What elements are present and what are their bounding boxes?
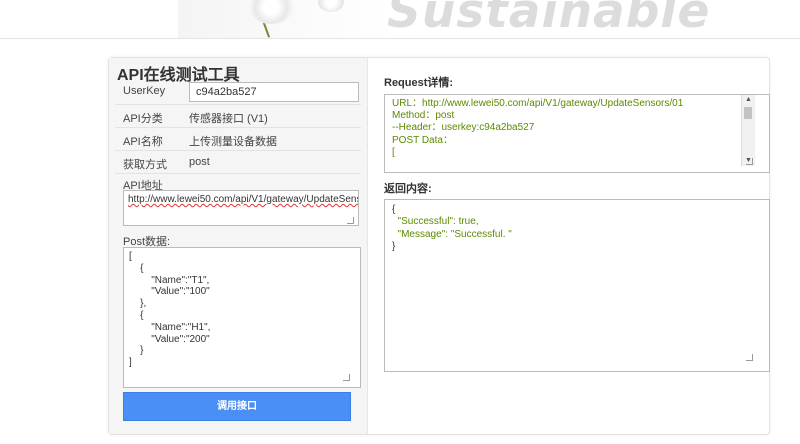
userkey-label: UserKey: [123, 85, 166, 97]
api-name-value: 上传测量设备数据: [189, 136, 277, 148]
api-category-value: 传感器接口 (V1): [189, 113, 268, 125]
api-category-row: API分类 传感器接口 (V1): [115, 105, 361, 128]
response-open-brace: {: [392, 204, 396, 215]
request-details-textarea[interactable]: URL：http://www.lewei50.com/api/V1/gatewa…: [384, 94, 770, 173]
resize-grip-icon[interactable]: [746, 158, 753, 165]
scroll-up-arrow-icon[interactable]: ▲: [742, 95, 755, 105]
dandelion-puff: [248, 0, 294, 24]
response-line-successful: "Successful": true,: [392, 216, 479, 228]
response-label: 返回内容:: [384, 183, 432, 195]
scroll-thumb[interactable]: [744, 107, 752, 119]
request-form: API在线测试工具 UserKey API分类 传感器接口 (V1) API名称…: [109, 58, 368, 434]
banner-slogan: Sustainable: [387, 0, 711, 39]
request-scrollbar[interactable]: ▲ ▼: [741, 95, 755, 166]
dandelion-seed: [318, 0, 344, 12]
response-textarea[interactable]: { "Successful": true, "Message": "Succes…: [384, 199, 770, 372]
api-url-textarea[interactable]: http://www.lewei50.com/api/V1/gateway/Up…: [123, 190, 359, 226]
response-line-message: "Message": "Successful. ": [392, 228, 512, 240]
request-details-label: Request详情:: [384, 77, 454, 89]
resize-grip-icon[interactable]: [746, 354, 753, 361]
api-name-row: API名称 上传测量设备数据: [115, 128, 361, 151]
resize-grip-icon[interactable]: [343, 374, 350, 381]
method-label: 获取方式: [123, 159, 167, 171]
post-data-textarea[interactable]: [ { "Name":"T1", "Value":"100" }, { "Nam…: [123, 247, 361, 388]
response-close-brace: }: [392, 241, 396, 253]
userkey-input[interactable]: [189, 82, 359, 102]
api-category-label: API分类: [123, 113, 163, 125]
api-name-label: API名称: [123, 136, 163, 148]
dandelion-banner-image: [178, 0, 393, 38]
method-value: post: [189, 156, 210, 168]
api-url-text: http://www.lewei50.com/api/V1/gateway/Up…: [128, 194, 358, 205]
method-row: 获取方式 post: [115, 151, 361, 174]
invoke-api-button[interactable]: 调用接口: [123, 392, 351, 421]
resize-grip-icon[interactable]: [347, 217, 354, 224]
api-test-panel: API在线测试工具 UserKey API分类 传感器接口 (V1) API名称…: [108, 57, 770, 435]
site-banner: Sustainable: [0, 0, 800, 39]
